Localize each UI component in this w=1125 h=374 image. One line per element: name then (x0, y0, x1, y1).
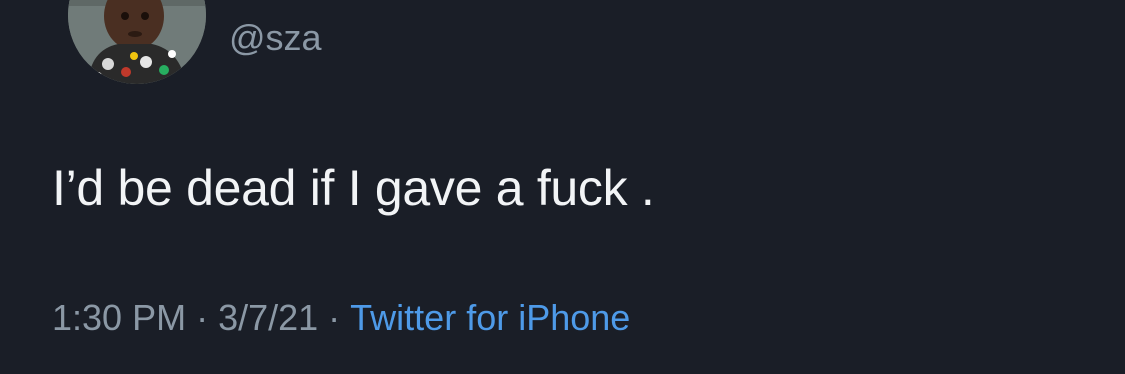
tweet-meta: 1:30 PM · 3/7/21 · Twitter for iPhone (52, 296, 630, 340)
tweet-time[interactable]: 1:30 PM (52, 297, 186, 338)
user-handle[interactable]: @sza (229, 16, 322, 60)
tweet-source-link[interactable]: Twitter for iPhone (350, 297, 630, 338)
tweet-card: @sza I’d be dead if I gave a fuck . 1:30… (0, 0, 1125, 374)
meta-separator: · (196, 297, 209, 338)
avatar[interactable] (68, 0, 206, 84)
tweet-date[interactable]: 3/7/21 (218, 297, 318, 338)
meta-separator: · (328, 297, 341, 338)
tweet-text: I’d be dead if I gave a fuck . (52, 160, 655, 216)
avatar-photo (68, 0, 206, 84)
